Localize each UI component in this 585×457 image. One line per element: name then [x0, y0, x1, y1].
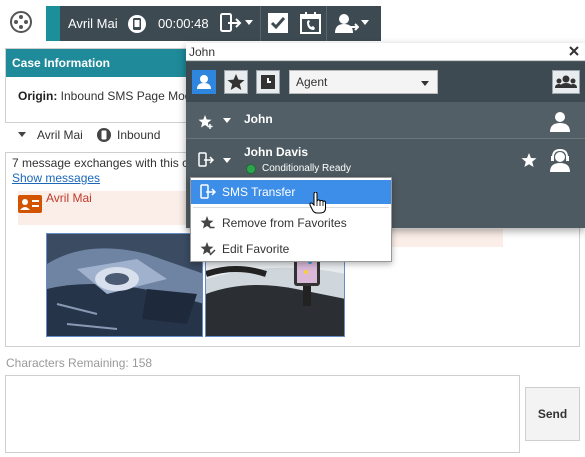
contact-card-icon: [18, 195, 42, 213]
search-result-row[interactable]: John Davis Conditionally Ready: [186, 139, 585, 181]
chevron-down-icon[interactable]: [361, 20, 369, 26]
exchanges-count: 7 message exchanges with this c: [12, 156, 189, 170]
add-favorite-star-icon[interactable]: [198, 114, 214, 129]
mark-done-icon[interactable]: [267, 12, 289, 34]
search-result-row[interactable]: John: [186, 102, 585, 139]
filter-toolbar: Agent: [186, 62, 585, 102]
characters-remaining: Characters Remaining: 158: [6, 356, 153, 370]
workspace-logo-icon[interactable]: [8, 9, 34, 35]
status-ready-icon: [246, 164, 256, 174]
transfer-icon: [200, 184, 216, 200]
menu-item-label: SMS Transfer: [222, 185, 296, 199]
filter-favorites-button[interactable]: [224, 70, 248, 94]
send-button[interactable]: Send: [525, 387, 580, 441]
chevron-down-icon: [421, 81, 429, 87]
filter-type-value: Agent: [296, 75, 328, 89]
result-context-menu: SMS Transfer Remove from Favorites Edit …: [190, 177, 392, 262]
attachment-image-car-damage[interactable]: [46, 233, 203, 337]
search-input[interactable]: John: [189, 45, 215, 59]
menu-item-label: Remove from Favorites: [222, 216, 347, 230]
interaction-accent: [46, 6, 60, 41]
favorite-star-icon[interactable]: [521, 152, 537, 168]
chevron-down-icon[interactable]: [223, 118, 231, 124]
origin-row: Origin: Inbound SMS Page Mod: [18, 89, 191, 103]
interaction-bar: Avril Mai 00:00:48: [46, 6, 381, 41]
result-name[interactable]: John Davis: [244, 145, 308, 159]
caller-name[interactable]: Avril Mai: [68, 16, 118, 31]
filter-type-select[interactable]: Agent: [289, 70, 438, 94]
remove-favorite-star-icon: [200, 215, 216, 230]
case-information-panel: Case Information Origin: Inbound SMS Pag…: [5, 48, 195, 123]
show-messages-link[interactable]: Show messages: [12, 171, 100, 185]
menu-item-label: Edit Favorite: [222, 242, 290, 256]
transfer-icon[interactable]: [198, 152, 214, 168]
party-name[interactable]: Avril Mai: [37, 128, 83, 142]
message-bubble: [391, 229, 503, 247]
filter-all-agents-button[interactable]: [192, 70, 216, 94]
filter-recent-button[interactable]: [256, 70, 280, 94]
divider: [193, 207, 389, 208]
divider: [326, 6, 327, 41]
sms-device-icon: [97, 127, 111, 143]
close-icon[interactable]: [567, 44, 581, 58]
hand-cursor-icon: [309, 192, 327, 214]
chevron-down-icon[interactable]: [18, 132, 26, 138]
message-author: Avril Mai: [46, 191, 92, 205]
chevron-down-icon[interactable]: [223, 158, 231, 164]
phone-icon: [127, 13, 147, 35]
menu-item-remove-favorite[interactable]: Remove from Favorites: [191, 211, 391, 235]
group-by-button[interactable]: [552, 70, 580, 94]
team-communicator-search[interactable]: John: [186, 43, 585, 61]
contact-person-icon: [548, 110, 572, 132]
schedule-callback-icon[interactable]: [299, 11, 322, 35]
edit-favorite-star-icon: [200, 241, 216, 256]
direction-label: Inbound: [117, 128, 161, 142]
divider: [260, 6, 261, 41]
menu-item-sms-transfer[interactable]: SMS Transfer: [191, 180, 391, 204]
consult-icon[interactable]: [333, 12, 359, 34]
origin-label: Origin:: [18, 89, 58, 103]
call-timer: 00:00:48: [158, 16, 209, 31]
origin-value: Inbound SMS Page Mod: [60, 89, 192, 103]
agent-headset-icon: [547, 148, 573, 172]
agent-status: Conditionally Ready: [262, 163, 351, 174]
chevron-down-icon[interactable]: [245, 20, 253, 26]
message-input[interactable]: [5, 375, 520, 453]
result-name[interactable]: John: [244, 112, 273, 126]
case-information-header[interactable]: Case Information: [6, 49, 194, 77]
transfer-icon[interactable]: [218, 12, 244, 34]
menu-item-edit-favorite[interactable]: Edit Favorite: [191, 237, 391, 261]
top-toolbar: Avril Mai 00:00:48: [0, 0, 585, 45]
